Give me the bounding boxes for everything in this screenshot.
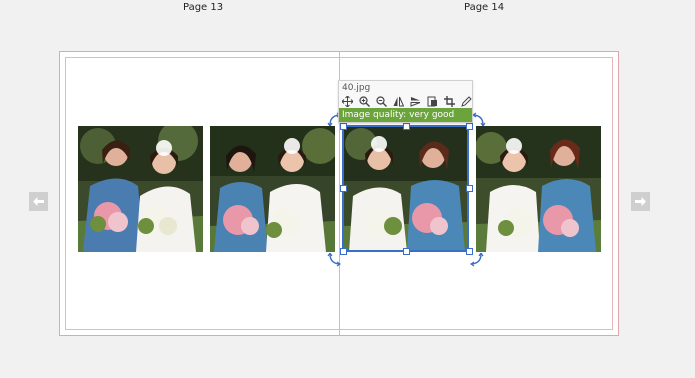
edit-icon: [461, 95, 472, 107]
flip-horizontal-button[interactable]: [391, 94, 406, 108]
fit-page-button[interactable]: [425, 94, 440, 108]
edit-button[interactable]: [459, 94, 474, 108]
photo-toolbar: 40.jpg Image quality: very good: [338, 80, 473, 123]
resize-handle-sw[interactable]: [340, 248, 347, 255]
resize-handle-nw[interactable]: [340, 123, 347, 130]
crop-icon: [444, 95, 455, 107]
resize-handle-s[interactable]: [403, 248, 410, 255]
zoom-in-button[interactable]: [357, 94, 372, 108]
zoom-out-icon: [376, 95, 387, 107]
next-page-button[interactable]: [631, 192, 650, 211]
arrow-right-icon: [635, 197, 646, 206]
image-quality-bar: Image quality: very good: [339, 108, 472, 122]
flip-vertical-icon: [410, 96, 421, 107]
rotate-handle-sw-icon[interactable]: [327, 253, 341, 267]
photo-slot-2[interactable]: [210, 126, 335, 252]
zoom-out-button[interactable]: [374, 94, 389, 108]
photo-slot-4[interactable]: [476, 126, 601, 252]
page-13-label: Page 13: [183, 2, 224, 13]
flip-vertical-button[interactable]: [408, 94, 423, 108]
arrow-left-icon: [33, 197, 44, 206]
crop-button[interactable]: [442, 94, 457, 108]
toolbar-buttons: [340, 94, 474, 108]
resize-handle-n[interactable]: [403, 123, 410, 130]
move-icon: [342, 95, 353, 107]
fit-page-icon: [427, 96, 437, 106]
rotate-handle-se-icon[interactable]: [470, 253, 484, 267]
flip-horizontal-icon: [393, 96, 404, 106]
zoom-in-icon: [359, 95, 370, 107]
move-button[interactable]: [340, 94, 355, 108]
page-14-label: Page 14: [464, 2, 505, 13]
photo-slot-1[interactable]: [78, 126, 203, 252]
selection-frame: [342, 125, 469, 252]
resize-handle-w[interactable]: [340, 185, 347, 192]
resize-handle-e[interactable]: [466, 185, 473, 192]
photo-filename: 40.jpg: [342, 83, 371, 93]
rotate-handle-ne-icon[interactable]: [472, 112, 486, 126]
previous-page-button[interactable]: [29, 192, 48, 211]
